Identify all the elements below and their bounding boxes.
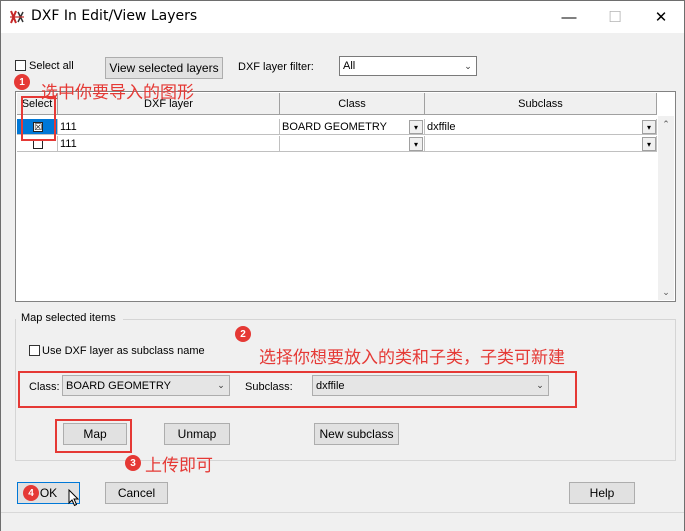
annotation-3-text: 上传即可 — [145, 456, 213, 476]
annotation-1-text: 选中你要导入的图形 — [41, 83, 194, 103]
row-1-subclass-dropdown-icon[interactable]: ▾ — [642, 120, 656, 134]
column-header-class[interactable]: Class — [280, 93, 425, 115]
status-bar — [1, 512, 684, 531]
row-1-subclass[interactable]: dxffile — [425, 119, 657, 135]
use-dxf-layer-checkbox[interactable] — [29, 345, 40, 356]
dxf-layers-dialog: DXF In Edit/View Layers — ☐ ✕ Select all… — [0, 0, 685, 531]
scroll-down-icon[interactable]: ⌄ — [658, 284, 674, 300]
scroll-up-icon[interactable]: ⌃ — [658, 116, 674, 132]
window-title: DXF In Edit/View Layers — [31, 8, 198, 24]
row-2-subclass-dropdown-icon[interactable]: ▾ — [642, 137, 656, 151]
row-2-class[interactable] — [280, 136, 425, 152]
annotation-3-marker: 3 — [125, 455, 141, 471]
layers-grid: Select DXF layer Class Subclass ☒ 111 BO… — [15, 91, 676, 302]
chevron-down-icon: ⌄ — [464, 60, 472, 71]
select-all-label: Select all — [29, 60, 74, 72]
dxf-app-icon — [10, 10, 24, 24]
close-icon[interactable]: ✕ — [638, 1, 684, 33]
new-subclass-button[interactable]: New subclass — [314, 423, 399, 445]
annotation-2-highlight-box — [18, 371, 577, 408]
select-all-checkbox[interactable] — [15, 60, 26, 71]
row-2-subclass[interactable] — [425, 136, 657, 152]
grid-scrollbar[interactable]: ⌃ ⌄ — [658, 116, 674, 300]
maximize-icon: ☐ — [608, 9, 622, 26]
unmap-button[interactable]: Unmap — [164, 423, 230, 445]
row-2-dxf-layer[interactable]: 111 — [58, 136, 280, 152]
row-1-class[interactable]: BOARD GEOMETRY — [280, 119, 425, 135]
row-2-class-dropdown-icon[interactable]: ▾ — [409, 137, 423, 151]
help-button[interactable]: Help — [569, 482, 635, 504]
annotation-3-highlight-box — [55, 419, 132, 453]
view-selected-layers-button[interactable]: View selected layers — [105, 57, 223, 79]
annotation-2-marker: 2 — [235, 326, 251, 342]
row-1-class-dropdown-icon[interactable]: ▾ — [409, 120, 423, 134]
cancel-button[interactable]: Cancel — [105, 482, 168, 504]
use-dxf-layer-label: Use DXF layer as subclass name — [42, 345, 205, 357]
annotation-4-marker: 4 — [23, 485, 39, 501]
row-1-subclass-value: dxffile — [427, 120, 456, 133]
filter-value: All — [343, 60, 356, 72]
annotation-2-text: 选择你想要放入的类和子类，子类可新建 — [259, 348, 565, 368]
title-bar: DXF In Edit/View Layers — ☐ ✕ — [1, 1, 684, 33]
row-1-dxf-layer[interactable]: 111 — [58, 119, 280, 135]
mouse-cursor-icon — [68, 489, 80, 507]
dxf-layer-filter-label: DXF layer filter: — [238, 61, 314, 73]
annotation-1-marker: 1 — [14, 74, 30, 90]
minimize-icon[interactable]: — — [546, 1, 592, 33]
dxf-layer-filter-select[interactable]: All ⌄ — [339, 56, 477, 76]
column-header-subclass[interactable]: Subclass — [425, 93, 657, 115]
row-1-class-value: BOARD GEOMETRY — [282, 120, 387, 133]
